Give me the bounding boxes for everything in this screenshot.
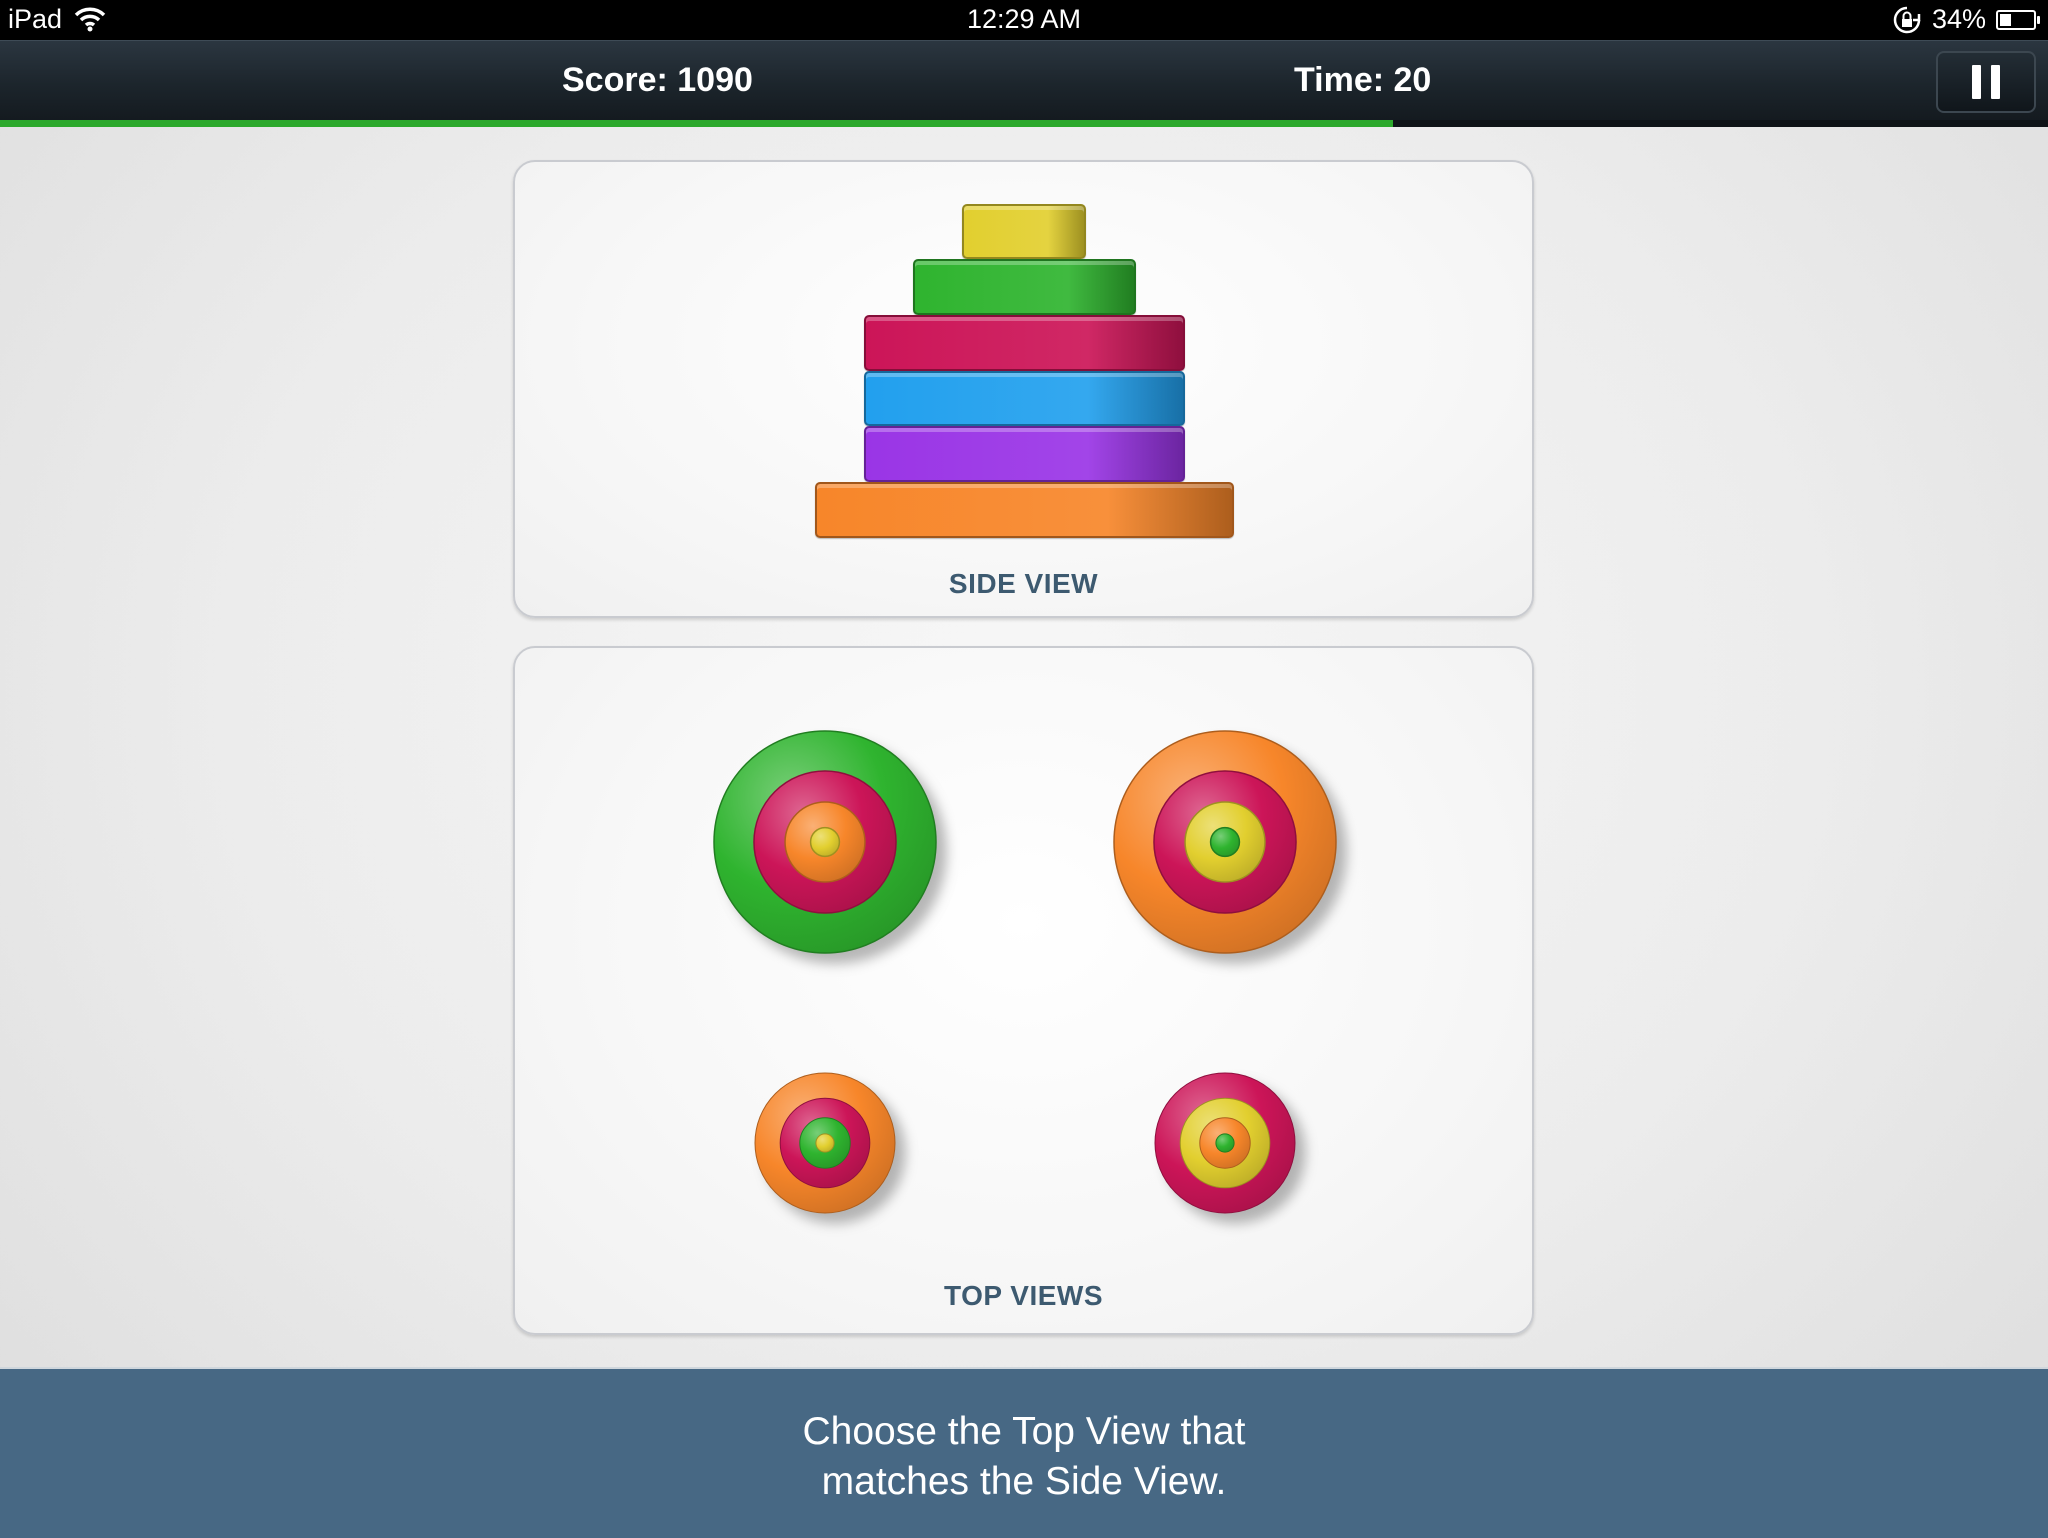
instruction-text: Choose the Top View that matches the Sid… [0, 1407, 2048, 1507]
time-progress-fill [0, 120, 1393, 127]
top-view-option-4[interactable] [1154, 1072, 1296, 1214]
disc-blue [864, 371, 1185, 426]
instruction-line-2: matches the Side View. [821, 1460, 1227, 1503]
side-view-panel: SIDE VIEW [513, 160, 1534, 618]
option-3-ring-yellow [815, 1133, 835, 1153]
instruction-line-1: Choose the Top View that [802, 1410, 1246, 1453]
top-views-panel: TOP VIEWS [513, 646, 1534, 1335]
top-view-option-3[interactable] [754, 1072, 896, 1214]
status-clock: 12:29 AM [966, 4, 1082, 34]
top-views-label: TOP VIEWS [943, 1280, 1104, 1311]
pause-button[interactable] [1936, 51, 2036, 113]
disc-orange [815, 482, 1234, 538]
score-label: Score: 1090 [562, 61, 753, 99]
disc-crimson [864, 315, 1185, 371]
instruction-bar: Choose the Top View that matches the Sid… [0, 1367, 2048, 1538]
battery-icon [1996, 9, 2040, 30]
option-1-ring-yellow [809, 826, 841, 858]
rotation-lock-icon [1892, 5, 1922, 35]
pause-icon [1972, 65, 1981, 99]
time-progress-track [0, 120, 2048, 127]
status-bar: iPad 12:29 AM 34% [0, 0, 2048, 40]
disc-purple [864, 426, 1185, 482]
top-view-option-1[interactable] [713, 730, 937, 954]
time-label: Time: 20 [1294, 61, 1432, 99]
battery-fill [2000, 13, 2011, 26]
disc-green [913, 259, 1136, 315]
disc-yellow [962, 204, 1086, 259]
side-view-label: SIDE VIEW [948, 568, 1099, 599]
battery-percent: 34% [1931, 4, 1986, 34]
game-header: Score: 1090 Time: 20 [0, 40, 2048, 121]
option-2-ring-green [1209, 826, 1241, 858]
top-view-option-2[interactable] [1113, 730, 1337, 954]
option-4-ring-green [1215, 1133, 1235, 1153]
